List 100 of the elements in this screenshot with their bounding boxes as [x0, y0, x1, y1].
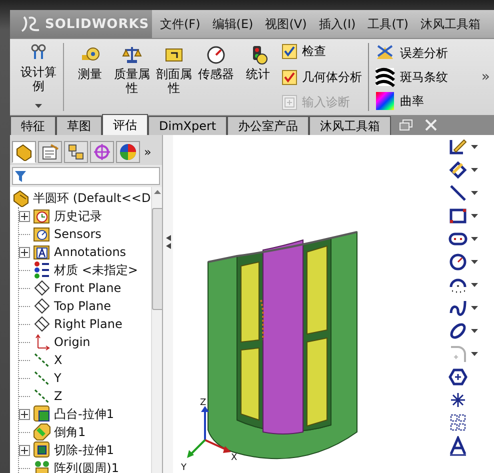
point-icon[interactable]: [448, 390, 468, 410]
tree-item[interactable]: Annotations: [54, 245, 126, 259]
plus-box-icon: [282, 95, 297, 110]
tree-item[interactable]: Z: [54, 389, 62, 403]
ribbon-button[interactable]: 检查: [282, 43, 362, 60]
tree-item[interactable]: 倒角1: [54, 424, 86, 440]
cut-extrude-icon: [33, 441, 51, 459]
tree-item[interactable]: Front Plane: [54, 281, 122, 295]
ribbon-tab[interactable]: 沐风工具箱: [309, 116, 392, 135]
ribbon-tab[interactable]: 办公室产品: [227, 116, 310, 135]
tree-item[interactable]: 历史记录: [54, 208, 102, 224]
more-button[interactable]: »: [142, 145, 152, 159]
clock-folder-icon: [33, 207, 51, 225]
checkmark-icon: [282, 70, 297, 84]
menu-item[interactable]: 编辑(E): [212, 16, 254, 32]
close-icon[interactable]: [425, 119, 438, 131]
tree-item[interactable]: 材质 <未指定>: [54, 262, 138, 278]
ribbon-button[interactable]: 设计算例: [14, 43, 64, 111]
dropdown-caret-icon[interactable]: [35, 104, 42, 108]
tree-item[interactable]: Y: [54, 371, 62, 385]
ribbon-tab[interactable]: 草图: [56, 116, 102, 135]
tree-item[interactable]: Top Plane: [54, 299, 111, 313]
line-icon[interactable]: [448, 183, 468, 203]
dimxpert-tab[interactable]: [90, 141, 114, 163]
tree-item[interactable]: Sensors: [54, 227, 102, 241]
scroll-up-arrow-icon[interactable]: [154, 190, 162, 194]
boss-extrude-icon: [33, 405, 51, 423]
text-icon[interactable]: [448, 436, 468, 456]
ribbon-button[interactable]: 测量: [70, 43, 110, 111]
axis-icon: [33, 369, 51, 387]
ribbon-button[interactable]: 剖面属性: [154, 43, 194, 111]
display-tab[interactable]: [116, 141, 140, 163]
tree-item[interactable]: X: [54, 353, 62, 367]
ribbon-tab[interactable]: DimXpert: [148, 116, 228, 135]
ribbon-tab[interactable]: 特征: [10, 116, 56, 135]
collapse-arrows-icon[interactable]: [166, 235, 170, 249]
filter-field[interactable]: [12, 167, 160, 185]
expand-toggle[interactable]: [19, 246, 30, 258]
ribbon-button[interactable]: 传感器: [196, 43, 236, 111]
caret-icon[interactable]: [471, 329, 478, 333]
gauge-icon: [206, 45, 226, 65]
caret-icon[interactable]: [471, 145, 478, 149]
expand-toggle[interactable]: [19, 210, 30, 222]
color-gradient-icon: [375, 91, 395, 111]
menu-item[interactable]: 文件(F): [160, 16, 200, 32]
plane-icon: [33, 297, 51, 315]
smart-dimension-icon[interactable]: [448, 160, 468, 180]
tree-item[interactable]: 阵列(圆周)1: [54, 460, 119, 473]
caret-icon[interactable]: [471, 237, 478, 241]
zebra-stripes-icon: [375, 67, 395, 87]
plane-icon: [33, 279, 51, 297]
balance-scale-icon: [122, 45, 142, 65]
caret-icon[interactable]: [471, 168, 478, 172]
tree-item[interactable]: 凸台-拉伸1: [54, 406, 114, 422]
tree-item[interactable]: Origin: [54, 335, 90, 349]
ds-logo-icon: [20, 15, 42, 33]
ribbon-tab[interactable]: 评估: [102, 114, 148, 135]
ribbon-button[interactable]: 质量属性: [112, 43, 152, 111]
spline-icon[interactable]: [448, 298, 468, 318]
tree-item[interactable]: 半圆环 (Default<<D: [33, 190, 151, 206]
annotation-folder-icon: [33, 243, 51, 261]
scrollbar[interactable]: [150, 187, 162, 473]
restore-icon[interactable]: [399, 119, 414, 131]
ribbon-button[interactable]: 斑马条纹: [375, 67, 448, 87]
expand-toggle[interactable]: [19, 408, 30, 420]
ribbon-button[interactable]: 统计: [238, 43, 278, 111]
more-button[interactable]: »: [481, 69, 490, 85]
app-logo-text: SOLIDWORKS: [45, 16, 150, 32]
caret-icon[interactable]: [471, 306, 478, 310]
sketch-icon[interactable]: [448, 137, 468, 157]
ellipse-icon[interactable]: [448, 321, 468, 341]
configuration-tab[interactable]: [64, 141, 88, 163]
menu-item[interactable]: 插入(I): [318, 16, 356, 32]
property-tab[interactable]: [38, 141, 62, 163]
ribbon-button[interactable]: 几何体分析: [282, 68, 362, 86]
polygon-icon[interactable]: [448, 367, 468, 387]
menu-item[interactable]: 视图(V): [265, 16, 307, 32]
caret-icon[interactable]: [471, 214, 478, 218]
origin-icon: [33, 333, 51, 351]
plane-icon: [33, 315, 51, 333]
chamfer-icon: [33, 423, 51, 441]
ribbon-button[interactable]: 曲率: [375, 91, 448, 111]
caret-icon[interactable]: [471, 283, 478, 287]
caret-icon[interactable]: [471, 191, 478, 195]
feature-tree-tab[interactable]: [12, 141, 36, 163]
ribbon-button[interactable]: 误差分析: [375, 43, 448, 63]
menu-item[interactable]: 沐风工具箱: [420, 16, 480, 32]
caret-icon[interactable]: [471, 260, 478, 264]
tree-item[interactable]: 切除-拉伸1: [54, 442, 114, 458]
axis-icon: [33, 351, 51, 369]
material-icon: [33, 261, 51, 279]
expand-toggle[interactable]: [19, 444, 30, 456]
circle-icon[interactable]: [448, 252, 468, 272]
axis-triad-drawing: Z X Y: [181, 398, 238, 473]
gauge-folder-icon: [33, 225, 51, 243]
tree-item[interactable]: Right Plane: [54, 317, 122, 331]
pattern-icon[interactable]: [448, 413, 468, 433]
menu-item[interactable]: 工具(T): [368, 16, 408, 32]
part-icon: [12, 189, 30, 207]
rectangle-icon[interactable]: [448, 206, 468, 226]
